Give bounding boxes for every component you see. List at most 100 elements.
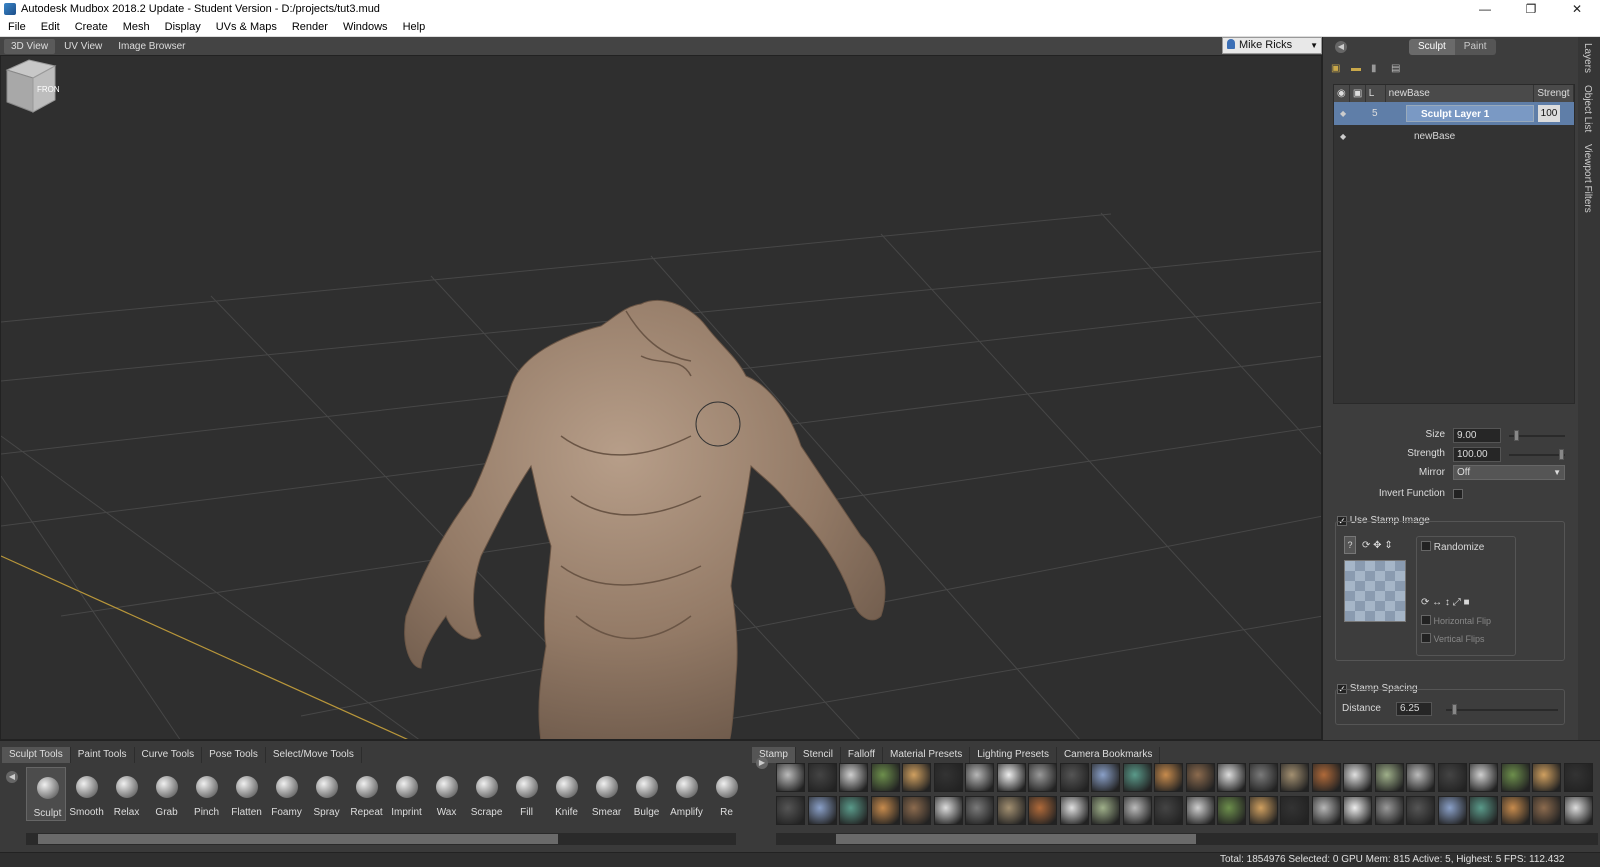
stamp-thumbnail-item[interactable] <box>1154 796 1183 825</box>
close-button[interactable]: ✕ <box>1554 0 1600 18</box>
3d-viewport[interactable]: FRONT <box>0 55 1322 740</box>
stamp-browse-button[interactable]: ? <box>1344 536 1356 554</box>
tab-paint-tools[interactable]: Paint Tools <box>71 747 135 763</box>
minimize-button[interactable]: — <box>1462 0 1508 18</box>
menu-create[interactable]: Create <box>67 21 115 33</box>
tool-re-button[interactable]: Re <box>706 767 746 821</box>
stamp-thumbnail-item[interactable] <box>1469 796 1498 825</box>
user-dropdown[interactable]: Mike Ricks ▼ <box>1222 37 1322 54</box>
tab-curve-tools[interactable]: Curve Tools <box>135 747 203 763</box>
tool-imprint-button[interactable]: Imprint <box>386 767 426 821</box>
stamp-thumbnail-item[interactable] <box>776 763 805 792</box>
strength-slider-thumb[interactable] <box>1559 449 1564 460</box>
stamp-thumbnail-item[interactable] <box>1500 796 1530 825</box>
tool-repeat-button[interactable]: Repeat <box>346 767 386 821</box>
stamp-thumbnail-item[interactable] <box>1532 763 1561 792</box>
stamp-thumbnail-item[interactable] <box>1185 763 1215 792</box>
trash-icon[interactable]: ▮ <box>1371 63 1383 74</box>
paint-mode-button[interactable]: Paint <box>1454 39 1496 55</box>
tool-smooth-button[interactable]: Smooth <box>66 767 106 821</box>
menu-help[interactable]: Help <box>395 21 433 33</box>
distance-slider[interactable] <box>1446 709 1558 711</box>
stamp-thumbnail-item[interactable] <box>1248 796 1278 825</box>
visibility-dot-icon[interactable]: ◆ <box>1340 125 1346 148</box>
stamp-thumbnail-item[interactable] <box>1154 763 1183 792</box>
panel-collapse-button[interactable]: ◀ <box>1335 41 1347 53</box>
layer-name[interactable]: Sculpt Layer 1 <box>1406 105 1534 122</box>
tab-lighting-presets[interactable]: Lighting Presets <box>970 747 1057 763</box>
tool-knife-button[interactable]: Knife <box>546 767 586 821</box>
tab-image-browser[interactable]: Image Browser <box>111 39 192 54</box>
distance-slider-thumb[interactable] <box>1452 704 1458 715</box>
stamp-thumbnail-item[interactable] <box>996 796 1026 825</box>
stamp-thumbnail-item[interactable] <box>1122 763 1152 792</box>
horizontal-flip-checkbox[interactable] <box>1421 615 1431 625</box>
tool-fill-button[interactable]: Fill <box>506 767 546 821</box>
strength-slider[interactable] <box>1509 454 1565 456</box>
layer-strength[interactable]: 100 <box>1538 105 1560 122</box>
stamp-thumbnail-item[interactable] <box>1374 796 1404 825</box>
layer-row[interactable]: ◆ newBase <box>1334 125 1574 148</box>
tab-select-move-tools[interactable]: Select/Move Tools <box>266 747 362 763</box>
stamp-thumbnail-item[interactable] <box>965 763 994 792</box>
stamp-thumbnail-item[interactable] <box>933 796 963 825</box>
stamp-transform-icons[interactable]: ⟳ ✥ ⇕ <box>1362 540 1393 551</box>
new-layer-icon[interactable]: ▣ <box>1331 63 1343 74</box>
stamp-thumbnail-item[interactable] <box>1248 763 1278 792</box>
stamp-thumbnail-item[interactable] <box>1280 796 1309 825</box>
tab-viewport-filters[interactable]: Viewport Filters <box>1582 138 1593 219</box>
mirror-dropdown[interactable]: Off ▼ <box>1453 465 1565 480</box>
tool-scrape-button[interactable]: Scrape <box>466 767 506 821</box>
tab-layers[interactable]: Layers <box>1582 37 1593 79</box>
menu-display[interactable]: Display <box>157 21 208 33</box>
tool-relax-button[interactable]: Relax <box>106 767 146 821</box>
stamp-tray-scrollbar[interactable] <box>776 833 1598 845</box>
stamp-thumbnail-item[interactable] <box>1563 796 1593 825</box>
tool-foamy-button[interactable]: Foamy <box>266 767 306 821</box>
menu-render[interactable]: Render <box>284 21 335 33</box>
eye-icon[interactable]: ◉ <box>1334 85 1350 102</box>
tab-stencil[interactable]: Stencil <box>796 747 841 763</box>
stamp-thumbnail-item[interactable] <box>902 796 931 825</box>
folder-icon[interactable]: ▬ <box>1351 63 1363 74</box>
tab-falloff[interactable]: Falloff <box>841 747 883 763</box>
stamp-thumbnail-item[interactable] <box>870 763 900 792</box>
stamp-thumbnail-item[interactable] <box>807 796 837 825</box>
stamp-thumbnail-item[interactable] <box>1028 796 1057 825</box>
stamp-thumbnail-item[interactable] <box>839 796 868 825</box>
size-slider-thumb[interactable] <box>1513 430 1519 441</box>
menu-uvs-maps[interactable]: UVs & Maps <box>208 21 284 33</box>
tab-material-presets[interactable]: Material Presets <box>883 747 971 763</box>
stamp-thumbnail-item[interactable] <box>1217 796 1246 825</box>
sculpt-mode-button[interactable]: Sculpt <box>1409 39 1455 55</box>
visibility-dot-icon[interactable]: ◆ <box>1340 102 1346 125</box>
stamp-thumbnail-item[interactable] <box>1311 796 1341 825</box>
stamp-thumbnail-item[interactable] <box>870 796 900 825</box>
merge-icon[interactable]: ▤ <box>1391 63 1403 74</box>
stamp-thumbnail-item[interactable] <box>933 763 963 792</box>
lock-icon[interactable]: ▣ <box>1350 85 1366 102</box>
strength-field[interactable]: 100.00 <box>1453 447 1501 462</box>
stamp-thumbnail-item[interactable] <box>1500 763 1530 792</box>
tab-camera-bookmarks[interactable]: Camera Bookmarks <box>1057 747 1161 763</box>
stamp-thumbnail[interactable] <box>1344 560 1406 622</box>
tab-uv-view[interactable]: UV View <box>57 39 109 54</box>
stamp-thumbnail-item[interactable] <box>1185 796 1215 825</box>
stamp-thumbnail-item[interactable] <box>902 763 931 792</box>
stamp-thumbnail-item[interactable] <box>1059 763 1089 792</box>
stamp-thumbnail-item[interactable] <box>1563 763 1593 792</box>
stamp-thumbnail-item[interactable] <box>996 763 1026 792</box>
stamp-thumbnail-item[interactable] <box>776 796 805 825</box>
menu-windows[interactable]: Windows <box>335 21 395 33</box>
stamp-thumbnail-item[interactable] <box>965 796 994 825</box>
tool-bulge-button[interactable]: Bulge <box>626 767 666 821</box>
tool-amplify-button[interactable]: Amplify <box>666 767 706 821</box>
stamps-scroll-button[interactable]: ▶ <box>756 757 768 769</box>
stamp-thumbnail-item[interactable] <box>1374 763 1404 792</box>
menu-file[interactable]: File <box>0 21 33 33</box>
tab-sculpt-tools[interactable]: Sculpt Tools <box>2 747 71 763</box>
stamp-thumbnail-item[interactable] <box>1406 763 1435 792</box>
tool-sculpt-button[interactable]: Sculpt <box>26 767 67 821</box>
tool-smear-button[interactable]: Smear <box>586 767 626 821</box>
tab-object-list[interactable]: Object List <box>1582 79 1593 138</box>
